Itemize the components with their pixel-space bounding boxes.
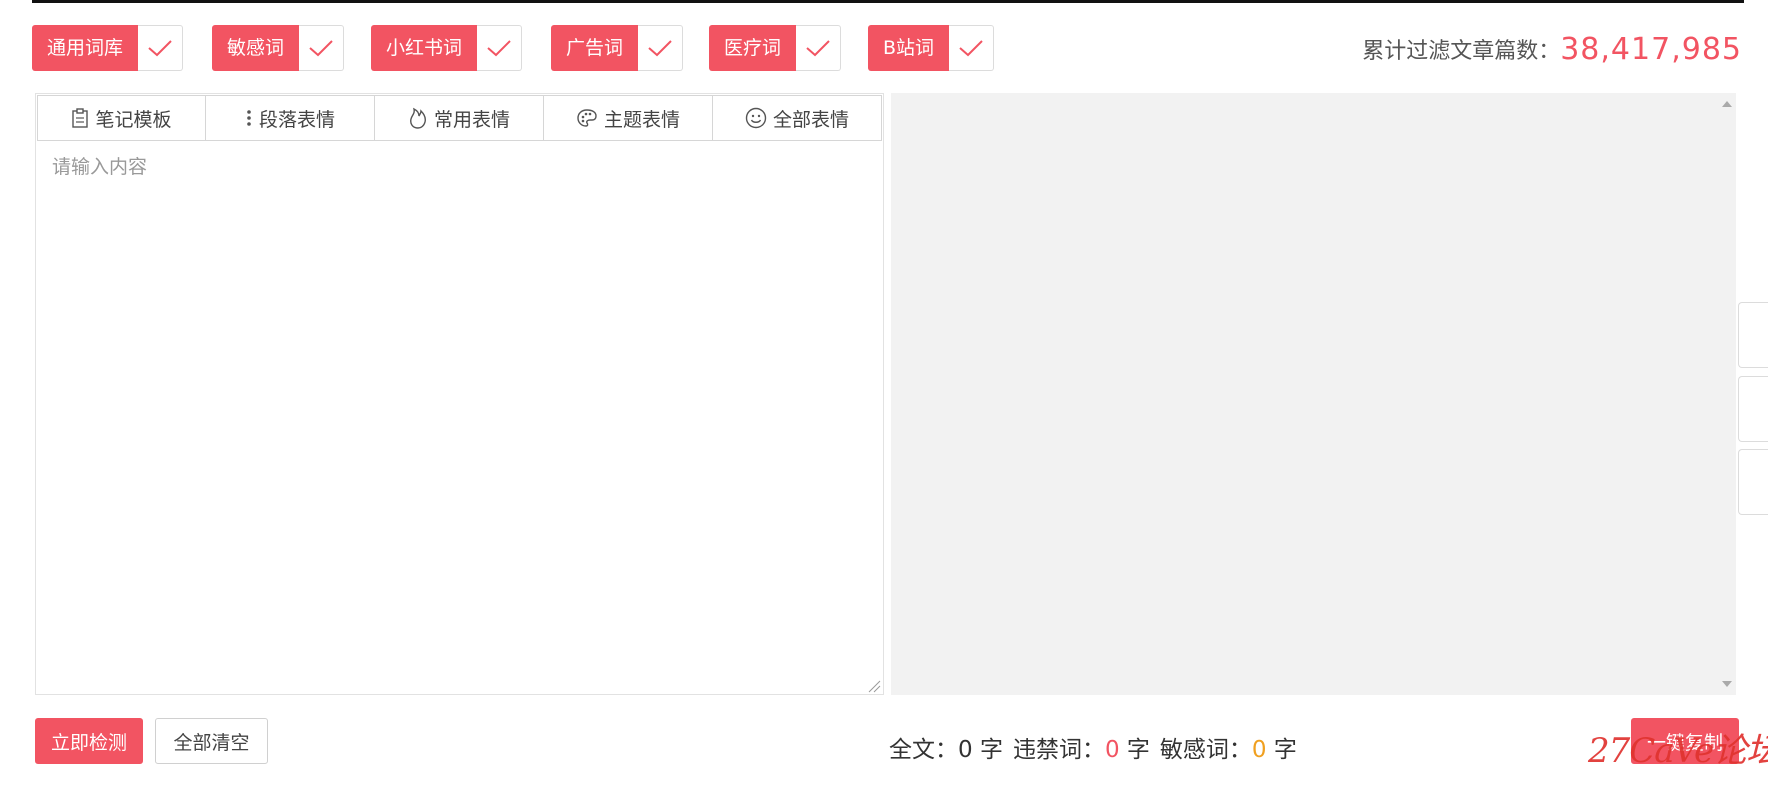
banned-unit: 字 (1126, 737, 1150, 763)
banned-label: 违禁词： (1012, 737, 1105, 763)
paragraph-emoji-button[interactable]: 段落表情 (206, 95, 375, 141)
filter-tag-general[interactable]: 通用词库 (32, 25, 184, 71)
filter-tag-label: 广告词 (551, 25, 639, 71)
content-editor: 笔记模板 段落表情 常用表情 主题表情 全部表情 请输入内容 (35, 93, 884, 695)
filter-tag-label: 医疗词 (709, 25, 797, 71)
check-icon[interactable] (949, 25, 995, 71)
check-icon[interactable] (138, 25, 184, 71)
resize-grip-icon[interactable] (867, 678, 881, 693)
filter-tag-label: 敏感词 (212, 25, 300, 71)
scroll-up-arrow-icon[interactable] (1722, 101, 1732, 107)
common-emoji-button[interactable]: 常用表情 (375, 95, 544, 141)
filter-tag-xiaohongshu[interactable]: 小红书词 (371, 25, 523, 71)
check-icon[interactable] (796, 25, 842, 71)
clipboard-icon (71, 108, 89, 128)
banned-count: 0 (1104, 737, 1120, 763)
paragraph-emoji-label: 段落表情 (258, 108, 335, 131)
top-banner-strip (32, 0, 1744, 3)
sensitive-count: 0 (1251, 737, 1267, 763)
check-icon[interactable] (638, 25, 684, 71)
content-input[interactable]: 请输入内容 (52, 152, 147, 179)
filter-tag-sensitive[interactable]: 敏感词 (212, 25, 345, 71)
counter-label: 累计过滤文章篇数： (1362, 39, 1561, 64)
total-count: 0 (958, 737, 973, 763)
filter-tag-medical[interactable]: 医疗词 (709, 25, 842, 71)
filtered-article-counter: 累计过滤文章篇数： 38,417,985 (1362, 26, 1742, 72)
counter-value: 38,417,985 (1560, 31, 1742, 67)
palette-icon (576, 108, 598, 128)
theme-emoji-button[interactable]: 主题表情 (544, 95, 713, 141)
forum-watermark: 27CaVe论坛 (1588, 731, 1768, 771)
side-floating-tab[interactable] (1738, 302, 1768, 368)
note-template-button[interactable]: 笔记模板 (37, 95, 206, 141)
check-icon[interactable] (299, 25, 345, 71)
sensitive-unit: 字 (1273, 737, 1297, 763)
total-label: 全文： (889, 737, 958, 763)
check-now-button[interactable]: 立即检测 (35, 718, 143, 764)
filter-tag-label: 通用词库 (32, 25, 139, 71)
side-floating-tab[interactable] (1738, 376, 1768, 442)
clear-all-button[interactable]: 全部清空 (155, 718, 268, 764)
word-stats: 全文：0 字违禁词：0 字敏感词：0 字 (889, 730, 1297, 764)
preview-scrollbar[interactable] (1718, 93, 1736, 695)
side-floating-tab[interactable] (1738, 449, 1768, 515)
vertical-dots-icon (245, 108, 253, 128)
theme-emoji-label: 主题表情 (603, 108, 680, 131)
filter-tag-ads[interactable]: 广告词 (551, 25, 684, 71)
smiley-icon (745, 107, 767, 129)
total-unit: 字 (979, 737, 1003, 763)
filter-tag-bilibili[interactable]: B站词 (868, 25, 995, 71)
all-emoji-button[interactable]: 全部表情 (713, 95, 882, 141)
filter-tag-label: B站词 (868, 25, 950, 71)
note-template-label: 笔记模板 (95, 108, 172, 131)
filter-tag-label: 小红书词 (371, 25, 478, 71)
editor-toolbar: 笔记模板 段落表情 常用表情 主题表情 全部表情 (37, 95, 882, 141)
all-emoji-label: 全部表情 (772, 108, 849, 131)
result-preview-panel (891, 93, 1736, 695)
sensitive-label: 敏感词： (1159, 737, 1252, 763)
scroll-down-arrow-icon[interactable] (1722, 681, 1732, 687)
common-emoji-label: 常用表情 (433, 108, 510, 131)
check-icon[interactable] (477, 25, 523, 71)
flame-icon (408, 107, 428, 129)
